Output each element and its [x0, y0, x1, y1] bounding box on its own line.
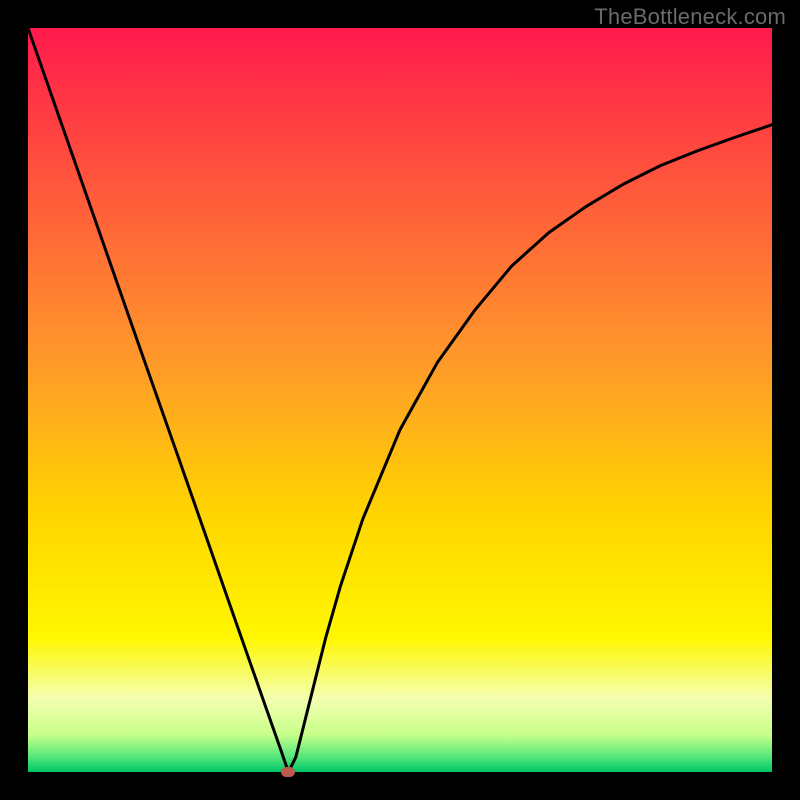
bottleneck-curve — [28, 28, 772, 772]
optimal-point-marker — [281, 767, 295, 777]
plot-area — [28, 28, 772, 772]
watermark-text: TheBottleneck.com — [594, 4, 786, 30]
chart-frame: TheBottleneck.com — [0, 0, 800, 800]
